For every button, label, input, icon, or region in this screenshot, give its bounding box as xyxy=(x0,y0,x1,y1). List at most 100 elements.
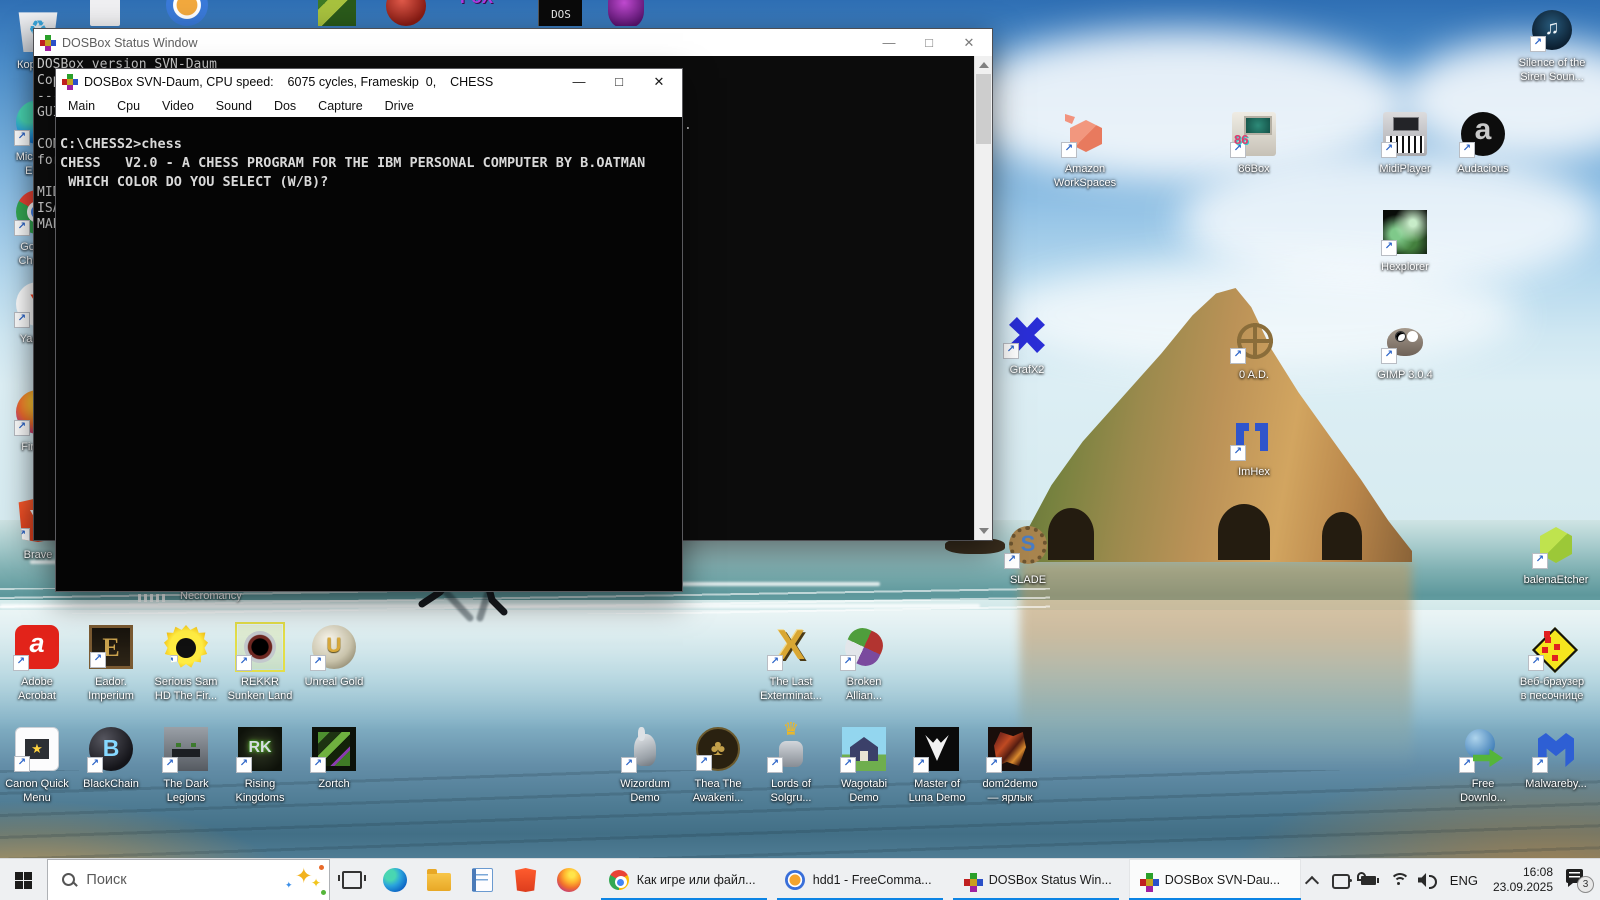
shortcut-arrow-icon: ↗ xyxy=(87,757,103,773)
dosbox-svn-daum-window: DOSBox SVN-Daum, CPU speed: 6075 cycles,… xyxy=(55,68,683,592)
maximize-button[interactable]: □ xyxy=(612,74,626,90)
shortcut-arrow-icon: ↗ xyxy=(14,312,30,328)
desktop-icon-imhex[interactable]: ↗ ImHex xyxy=(1209,415,1299,479)
dbx-icon xyxy=(961,870,981,890)
shortcut-arrow-icon: ↗ xyxy=(1459,142,1475,158)
rock-arch xyxy=(1322,512,1362,560)
icon-label: dom2demo — ярлык xyxy=(982,778,1038,804)
shortcut-arrow-icon: ↗ xyxy=(621,757,637,773)
eador-icon: ↗ xyxy=(89,625,133,669)
0ad-icon: ↗ xyxy=(1230,318,1276,364)
time: 16:08 xyxy=(1522,865,1554,879)
dosbox-svn-task[interactable]: DOSBox SVN-Dau... xyxy=(1128,859,1301,900)
desktop-icon-amazonws[interactable]: ↗ Amazon WorkSpaces xyxy=(1040,112,1130,190)
desktop-icon-midi[interactable]: ↗ MidiPlayer xyxy=(1360,112,1450,176)
notification-center-button[interactable]: 3 xyxy=(1564,867,1595,893)
desktop-icon-dom2[interactable]: ↗ dom2demo — ярлык xyxy=(965,727,1055,805)
desktop-icon-balena[interactable]: ↗ balenaEtcher xyxy=(1511,523,1600,587)
status-window-titlebar[interactable]: DOSBox Status Window — □ ✕ xyxy=(34,29,992,56)
dosbox-window-titlebar[interactable]: DOSBox SVN-Daum, CPU speed: 6075 cycles,… xyxy=(56,69,682,95)
menu-item-dos[interactable]: Dos xyxy=(274,99,296,113)
hidden-icons-chevron[interactable] xyxy=(1301,869,1323,891)
task-view-button[interactable] xyxy=(330,859,373,900)
shortcut-arrow-icon: ↗ xyxy=(14,130,30,146)
thea-icon: ↗ xyxy=(696,727,740,771)
dos-screen[interactable]: C:\CHESS2>chess CHESS V2.0 - A CHESS PROG… xyxy=(56,117,682,591)
freecommander-task[interactable]: hdd1 - FreeComma... xyxy=(776,859,943,900)
shortcut-arrow-icon: ↗ xyxy=(90,652,106,668)
shortcut-arrow-icon: ↗ xyxy=(162,757,178,773)
desktop-icon-slade[interactable]: ↗ SLADE xyxy=(983,523,1073,587)
menu-item-drive[interactable]: Drive xyxy=(385,99,414,113)
shortcut-arrow-icon: ↗ xyxy=(1528,655,1544,671)
risingk-icon: ↗ xyxy=(236,727,282,773)
shortcut-arrow-icon: ↗ xyxy=(986,757,1002,773)
desktop-icon-sandboxie[interactable]: ↗ Веб-браузер в песочнице xyxy=(1507,625,1597,703)
clipped-desktop-icon-purple[interactable] xyxy=(608,0,652,26)
minimize-button[interactable]: — xyxy=(572,74,586,90)
close-button[interactable]: ✕ xyxy=(652,74,666,90)
desktop-icon-gimp[interactable]: ↗ GIMP 3.0.4 xyxy=(1360,318,1450,382)
volume-icon[interactable] xyxy=(1417,869,1439,891)
clipped-desktop-icon-compass[interactable] xyxy=(166,0,210,26)
desktop-icon-hexplorer[interactable]: ↗ Hexplorer xyxy=(1360,210,1450,274)
pinned-notepad[interactable] xyxy=(460,859,503,900)
dosbox-status-task[interactable]: DOSBox Status Win... xyxy=(952,859,1119,900)
clipped-desktop-icon-doc[interactable] xyxy=(90,0,134,26)
compass-icon xyxy=(166,0,208,26)
clipped-desktop-icon-green[interactable] xyxy=(318,0,362,26)
scrollbar[interactable] xyxy=(974,56,992,540)
dosbox-window-title: DOSBox SVN-Daum, CPU speed: 6075 cycles,… xyxy=(84,75,494,89)
maximize-button[interactable]: □ xyxy=(922,35,936,51)
menu-item-sound[interactable]: Sound xyxy=(216,99,252,113)
task-view-icon xyxy=(337,871,366,889)
dosbox-menubar: Main Cpu Video Sound Dos Capture Drive xyxy=(56,95,682,118)
chrome-task[interactable]: Как игре или файл... xyxy=(600,859,767,900)
clipped-desktop-icon-pox[interactable]: PoX xyxy=(460,0,504,26)
hexplorer-icon: ↗ xyxy=(1381,210,1427,256)
pinned-file-explorer[interactable] xyxy=(417,859,460,900)
clipped-desktop-icon-dos[interactable]: DOS xyxy=(538,0,582,26)
taskbar-search-box[interactable]: ✦✦✦ xyxy=(47,859,330,900)
icon-label: 0 A.D. xyxy=(1239,369,1269,381)
desktop-icon-broken[interactable]: ↗ Broken Allian... xyxy=(819,625,909,703)
menu-item-main[interactable]: Main xyxy=(68,99,95,113)
start-button[interactable] xyxy=(0,859,47,900)
close-button[interactable]: ✕ xyxy=(962,35,976,51)
task-label: Как игре или файл... xyxy=(636,873,756,887)
desktop-icon-0ad[interactable]: ↗ 0 A.D. xyxy=(1209,318,1299,382)
shortcut-arrow-icon: ↗ xyxy=(1459,757,1475,773)
shortcut-arrow-icon: ↗ xyxy=(840,655,856,671)
menu-item-video[interactable]: Video xyxy=(162,99,194,113)
desktop-icon-siren[interactable]: ↗ Silence of the Siren Soun... xyxy=(1507,10,1597,84)
wifi-icon[interactable] xyxy=(1388,869,1410,891)
menu-item-cpu[interactable]: Cpu xyxy=(117,99,140,113)
clipped-desktop-icon-redc[interactable] xyxy=(386,0,430,26)
grafx2-icon: ↗ xyxy=(1003,313,1049,359)
brave-icon xyxy=(515,868,537,892)
cast-tray-icon[interactable] xyxy=(1330,869,1352,891)
search-input[interactable] xyxy=(84,871,285,889)
pinned-firefox[interactable] xyxy=(547,859,590,900)
desktop-icon-zortch[interactable]: ↗ Zortch xyxy=(289,727,379,791)
scrollbar-down-arrow[interactable] xyxy=(979,528,989,534)
notepad-icon xyxy=(471,868,493,892)
desktop-icon-86box[interactable]: ↗ 86Box xyxy=(1209,112,1299,176)
battery-icon[interactable] xyxy=(1356,869,1381,891)
scrollbar-thumb[interactable] xyxy=(976,74,991,144)
dosbox-app-icon xyxy=(62,74,78,90)
menu-item-capture[interactable]: Capture xyxy=(318,99,362,113)
minimize-button[interactable]: — xyxy=(882,35,896,51)
pinned-brave[interactable] xyxy=(504,859,547,900)
desktop-icon-unreal[interactable]: ↗ Unreal Gold xyxy=(289,625,379,689)
dos-icon: DOS xyxy=(538,0,582,26)
scrollbar-up-arrow[interactable] xyxy=(979,62,989,68)
desktop-icon-malware[interactable]: ↗ Malwareby... xyxy=(1511,727,1600,791)
language-indicator[interactable]: ENG xyxy=(1446,873,1482,888)
pinned-edge[interactable] xyxy=(373,859,416,900)
clock[interactable]: 16:08 23.09.2025 xyxy=(1489,865,1557,895)
desktop-icon-audacious[interactable]: ↗ Audacious xyxy=(1438,112,1528,176)
desktop-icon-grafx2[interactable]: ↗ GrafX2 xyxy=(982,313,1072,377)
shortcut-arrow-icon: ↗ xyxy=(1381,240,1397,256)
icon-label: Amazon WorkSpaces xyxy=(1053,163,1117,189)
